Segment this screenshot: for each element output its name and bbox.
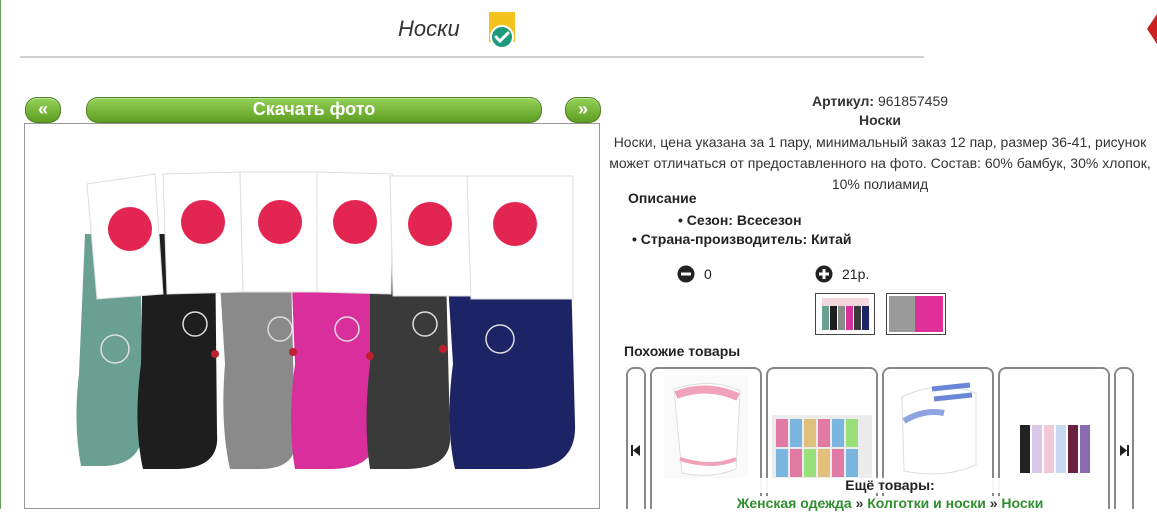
similar-products-heading: Похожие товары — [624, 343, 741, 359]
title-divider — [20, 56, 924, 58]
photo-thumbnail[interactable] — [886, 293, 946, 335]
download-photo-button[interactable]: Скачать фото — [86, 97, 542, 123]
details-heading: Описание — [628, 190, 697, 206]
properties-list: • Сезон: Всесезон • Страна-производитель… — [632, 211, 852, 249]
product-photo[interactable] — [24, 123, 600, 509]
price: 21р. — [842, 266, 870, 282]
next-photo-button[interactable]: » — [565, 97, 601, 123]
article-line: Артикул: 961857459 — [604, 92, 1156, 110]
plus-circle-icon[interactable] — [815, 265, 833, 283]
socks-photo — [76, 171, 576, 469]
breadcrumb: Женская одежда » Колготки и носки » Носк… — [700, 496, 1080, 510]
photo-thumbnail[interactable] — [815, 293, 875, 335]
product-description: Носки, цена указана за 1 пару, минимальн… — [609, 134, 1151, 192]
minus-circle-icon[interactable] — [677, 265, 695, 283]
property-country: • Страна-производитель: Китай — [632, 231, 852, 247]
thumbnail-image — [889, 296, 943, 332]
page-title: Носки — [398, 16, 460, 41]
thumbnail-image — [822, 298, 869, 330]
previous-photo-button[interactable]: « — [25, 97, 61, 123]
carousel-next-button[interactable] — [1114, 367, 1134, 509]
close-arrow-icon[interactable] — [1145, 14, 1157, 44]
product-name: Носки — [859, 112, 901, 128]
left-border — [0, 0, 1, 509]
more-products-label: Ещё товары: — [700, 478, 1080, 493]
property-season: • Сезон: Всесезон — [678, 212, 802, 228]
article-label: Артикул: — [811, 93, 875, 109]
product-info: Артикул: 961857459 Носки Носки, цена ука… — [604, 92, 1156, 195]
carousel-prev-button[interactable] — [626, 367, 646, 509]
verified-check-icon — [489, 12, 515, 49]
skip-back-icon — [631, 445, 640, 456]
article-value: 961857459 — [877, 93, 949, 109]
skip-forward-icon — [1120, 445, 1129, 456]
more-products: Ещё товары: Женская одежда » Колготки и … — [700, 476, 1080, 510]
quantity-value: 0 — [704, 266, 712, 282]
